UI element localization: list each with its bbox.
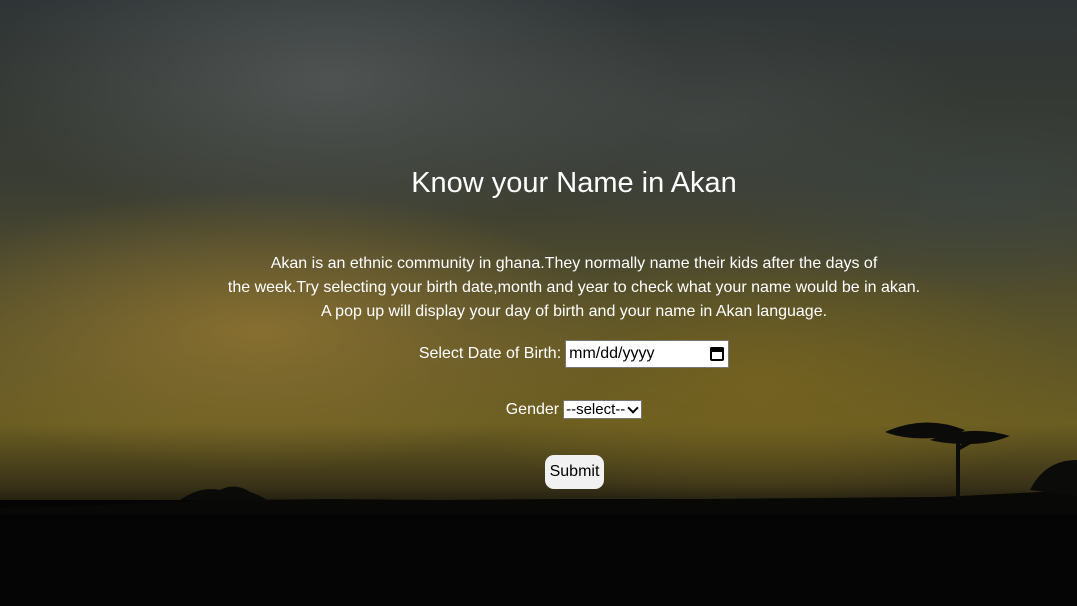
intro-paragraph: Akan is an ethnic community in ghana.The…: [0, 252, 1077, 324]
dob-row: Select Date of Birth: mm/dd/yyyy: [0, 340, 1077, 368]
calendar-icon[interactable]: [710, 347, 725, 361]
chevron-down-icon: [627, 402, 639, 414]
gender-select[interactable]: --select--: [563, 400, 643, 419]
gender-selected-value: --select--: [566, 401, 626, 418]
gender-label: Gender: [505, 400, 560, 418]
page-title: Know your Name in Akan: [411, 167, 737, 199]
dob-date-input[interactable]: mm/dd/yyyy: [565, 340, 730, 368]
dob-placeholder: mm/dd/yyyy: [569, 345, 655, 362]
intro-line: the week.Try selecting your birth date,m…: [227, 279, 921, 296]
intro-line: Akan is an ethnic community in ghana.The…: [270, 255, 878, 272]
gender-row: Gender --select--: [0, 400, 1077, 419]
intro-line: A pop up will display your day of birth …: [320, 303, 828, 320]
submit-button[interactable]: Submit: [545, 455, 604, 489]
dob-label: Select Date of Birth:: [418, 345, 562, 362]
main-content: Know your Name in Akan Akan is an ethnic…: [0, 0, 1077, 606]
